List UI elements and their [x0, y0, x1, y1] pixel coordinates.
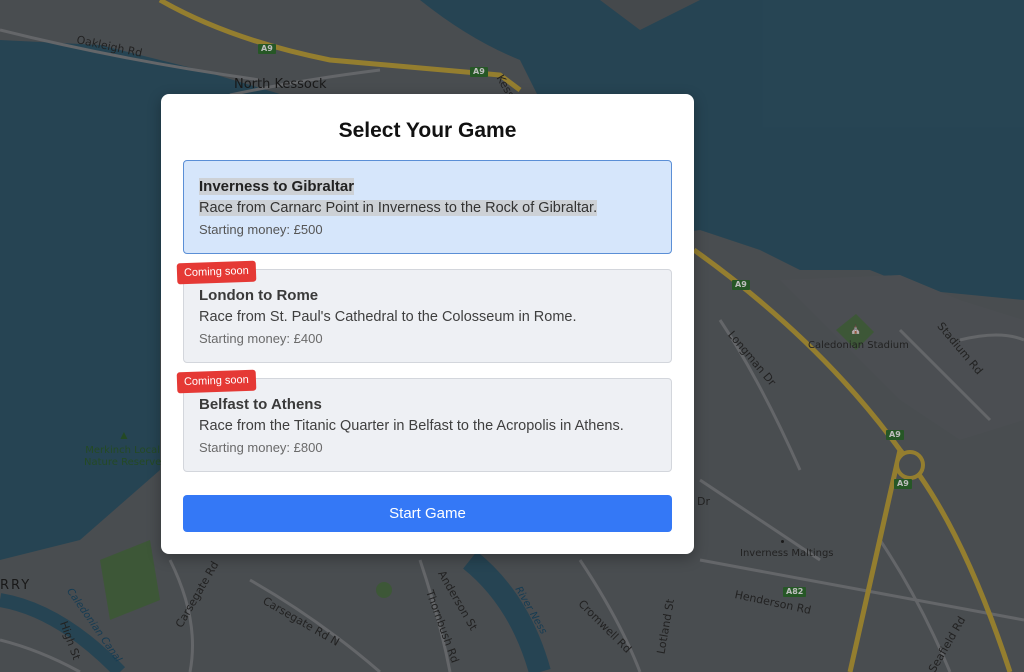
game-option-money: Starting money: £500	[199, 222, 323, 237]
game-option-name: Inverness to Gibraltar	[199, 178, 355, 195]
game-option-money: Starting money: £800	[199, 440, 323, 455]
start-game-button[interactable]: Start Game	[183, 495, 672, 532]
game-option-inverness-to-gibraltar[interactable]: Inverness to Gibraltar Race from Carnarc…	[183, 160, 672, 254]
modal-title: Select Your Game	[338, 119, 517, 142]
game-option-name: Belfast to Athens	[199, 396, 322, 413]
game-option-description: Race from the Titanic Quarter in Belfast…	[199, 418, 624, 434]
game-select-modal: Select Your Game Inverness to Gibraltar …	[161, 94, 694, 554]
game-option-name: London to Rome	[199, 287, 319, 304]
game-option-belfast-to-athens[interactable]: Coming soon Belfast to Athens Race from …	[176, 369, 672, 472]
coming-soon-badge: Coming soon	[176, 369, 257, 394]
game-screen: North Kessock Oakleigh Rd Kess Longman D…	[0, 0, 1024, 672]
coming-soon-badge: Coming soon	[176, 260, 257, 285]
game-option-london-to-rome[interactable]: Coming soon London to Rome Race from St.…	[176, 260, 672, 363]
game-option-description: Race from St. Paul's Cathedral to the Co…	[199, 309, 577, 325]
game-option-money: Starting money: £400	[199, 331, 323, 346]
game-option-description: Race from Carnarc Point in Inverness to …	[199, 200, 598, 216]
